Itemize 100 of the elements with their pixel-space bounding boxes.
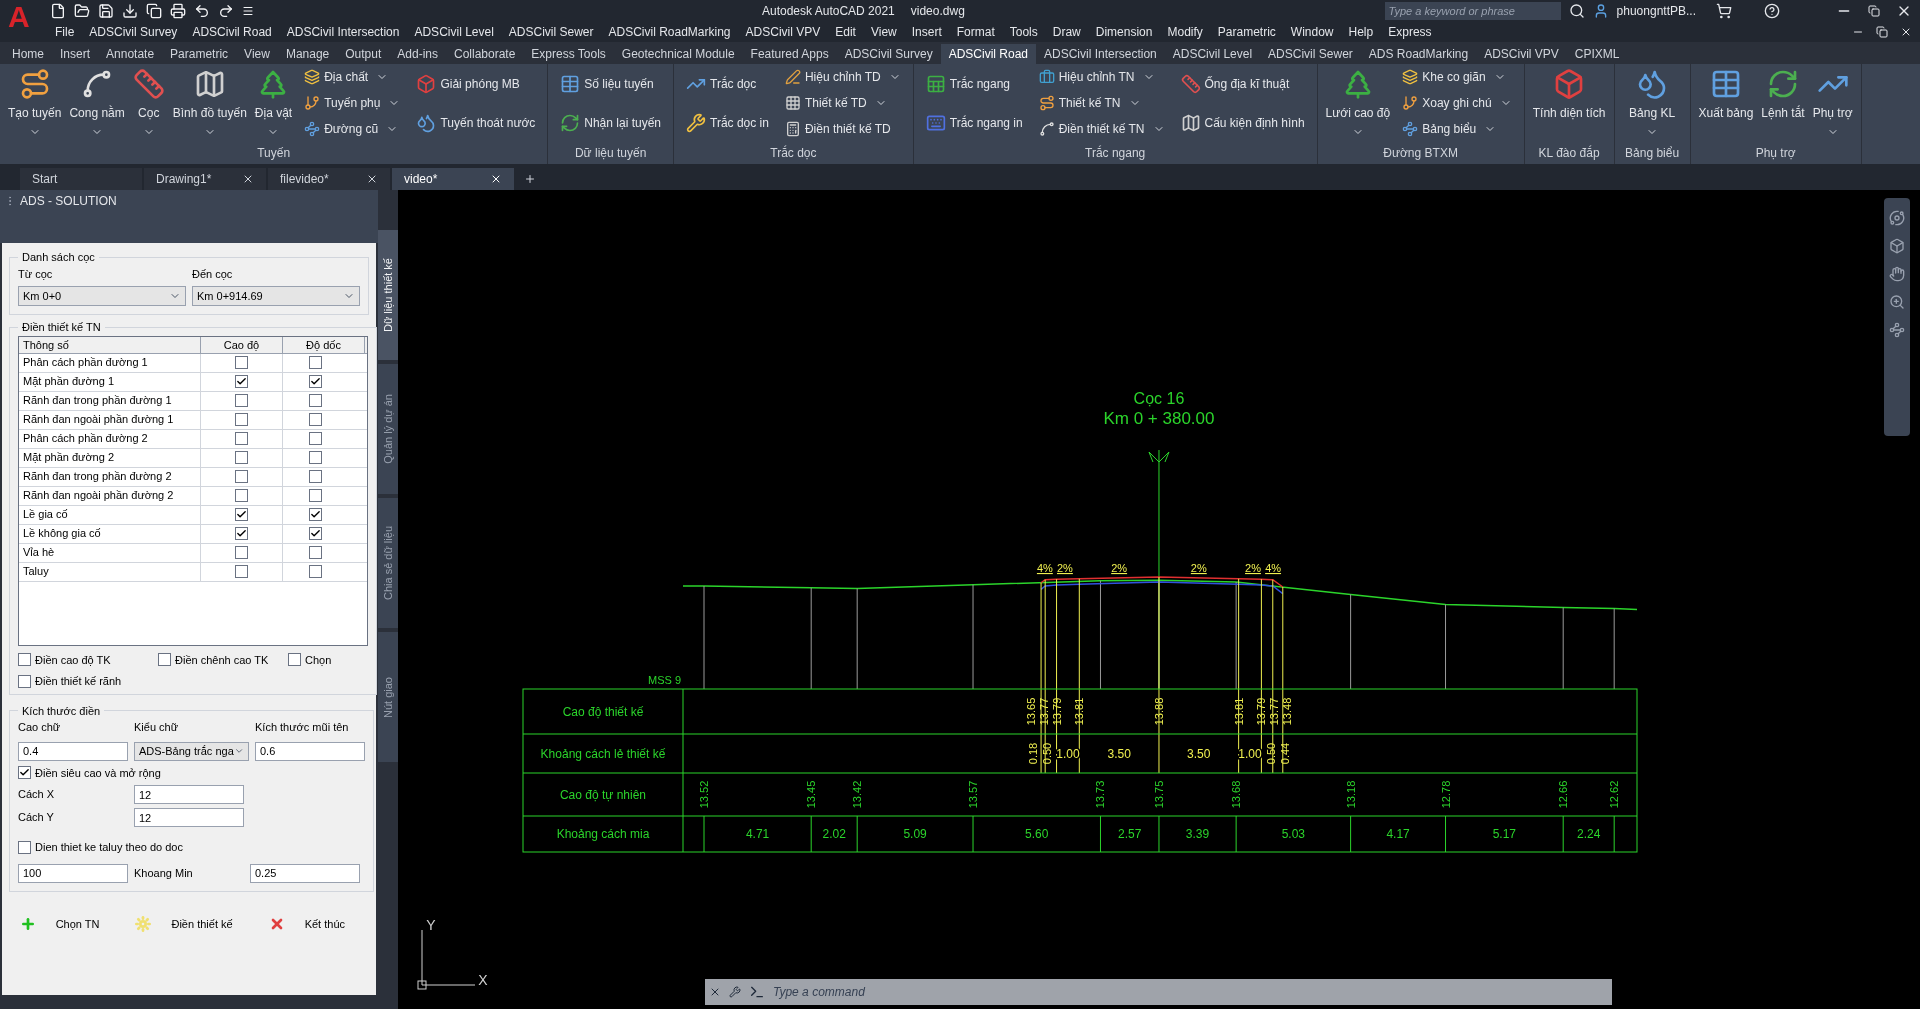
checkbox[interactable]	[308, 546, 322, 559]
ribbon-button[interactable]: Tính diện tích	[1528, 64, 1610, 142]
checkbox[interactable]	[308, 432, 322, 445]
ribbon-button[interactable]: Đường cũ	[300, 120, 405, 138]
undo-icon[interactable]	[194, 2, 210, 19]
ribbon-button[interactable]: Tạo tuyến	[4, 64, 66, 142]
ribbon-button[interactable]: Hiệu chỉnh TD	[780, 68, 905, 86]
side-tab[interactable]: Quản lý dự án	[378, 364, 398, 494]
file-tab[interactable]: Start	[20, 168, 142, 190]
ribbon-button[interactable]: Cọc	[128, 64, 169, 142]
ribbon-button[interactable]: Điền thiết kế TD	[780, 120, 905, 138]
ribbon-button[interactable]: Trắc ngang	[921, 73, 1027, 94]
action-button[interactable]: Kết thúc	[260, 911, 353, 936]
checkbox[interactable]	[235, 413, 248, 426]
checkbox[interactable]	[18, 653, 31, 667]
ribbon-tab[interactable]: ADSCivil VPV	[1476, 44, 1567, 64]
menu-item[interactable]: ADSCivil Intersection	[286, 22, 400, 41]
file-icon[interactable]	[50, 2, 66, 19]
checkbox[interactable]	[235, 489, 248, 502]
ribbon-button[interactable]: Bảng KL	[1625, 64, 1680, 142]
ribbon-tab[interactable]: Express Tools	[523, 44, 614, 64]
copy-icon[interactable]	[146, 2, 162, 19]
ribbon-tab[interactable]: CPIXML	[1566, 44, 1628, 64]
restore-icon[interactable]	[1876, 25, 1888, 38]
ribbon-tab[interactable]: ADSCivil Road	[940, 44, 1037, 64]
zoom-icon[interactable]	[1889, 294, 1905, 310]
checkbox[interactable]	[308, 356, 322, 369]
menu-item[interactable]: Format	[956, 22, 995, 41]
search-icon[interactable]	[1568, 2, 1585, 19]
ribbon-button[interactable]: Tuyến phụ	[300, 94, 405, 112]
checkbox[interactable]	[235, 394, 248, 407]
close-icon[interactable]	[709, 986, 721, 998]
close-icon[interactable]	[366, 173, 378, 185]
ribbon-button[interactable]: Bảng biểu	[1398, 120, 1516, 138]
side-tab[interactable]: Nút giao	[378, 632, 398, 762]
ribbon-button[interactable]: Khe co giãn	[1398, 68, 1516, 86]
side-tab[interactable]: Dữ liệu thiết kế	[378, 230, 398, 360]
checkbox[interactable]	[308, 394, 322, 407]
menu-item[interactable]: Insert	[911, 22, 942, 41]
checkbox[interactable]	[18, 766, 31, 780]
menu-item[interactable]: File	[55, 22, 75, 41]
drawing-canvas[interactable]	[398, 190, 1920, 1009]
ribbon-button[interactable]: Điền thiết kế TN	[1034, 120, 1169, 138]
help-icon[interactable]	[1764, 2, 1780, 19]
ribbon-button[interactable]: Trắc dọc in	[682, 112, 773, 133]
cube-icon[interactable]	[1889, 238, 1905, 254]
ribbon-tab[interactable]: ADSCivil Sewer	[1260, 44, 1361, 64]
action-button[interactable]: Chọn TN	[11, 911, 108, 936]
ribbon-tab[interactable]: Add-ins	[389, 44, 446, 64]
menu-item[interactable]: ADSCivil Level	[414, 22, 494, 41]
checkbox[interactable]	[235, 565, 248, 578]
checkbox[interactable]	[288, 653, 301, 667]
restore-icon[interactable]	[1868, 4, 1880, 17]
file-tab[interactable]: video*	[392, 168, 514, 190]
ribbon-button[interactable]: Hiệu chỉnh TN	[1034, 68, 1169, 86]
ribbon-tab[interactable]: Collaborate	[446, 44, 524, 64]
pan-icon[interactable]	[1889, 266, 1905, 282]
menu-item[interactable]: ADSCivil Sewer	[508, 22, 594, 41]
ribbon-button[interactable]: Số liệu tuyến	[556, 73, 665, 94]
wrench-icon[interactable]	[729, 986, 741, 998]
ribbon-button[interactable]: Tuyến thoát nước	[412, 112, 540, 133]
new-tab-icon[interactable]	[524, 173, 536, 185]
ribbon-button[interactable]: Cong nằm	[65, 64, 129, 142]
ribbon-tab[interactable]: Insert	[52, 44, 99, 64]
checkbox[interactable]	[308, 527, 322, 540]
checkbox[interactable]	[308, 375, 322, 388]
checkbox[interactable]	[308, 451, 322, 464]
checkbox[interactable]	[235, 470, 248, 483]
menu-item[interactable]: ADSCivil RoadMarking	[608, 22, 731, 41]
checkbox[interactable]	[18, 674, 31, 688]
ribbon-button[interactable]: Nhận lại tuyến	[556, 112, 665, 133]
menu-item[interactable]: Dimension	[1095, 22, 1153, 41]
dropdown[interactable]: Km 0+0	[18, 286, 186, 306]
menu-item[interactable]: ADSCivil Road	[192, 22, 272, 41]
menu-item[interactable]: Help	[1348, 22, 1374, 41]
ribbon-button[interactable]: Thiết kế TN	[1034, 94, 1169, 112]
waypoints-icon[interactable]	[1889, 322, 1905, 338]
menu-item[interactable]: Edit	[835, 22, 856, 41]
ribbon-tab[interactable]: Home	[4, 44, 52, 64]
command-field[interactable]: Type a command	[773, 983, 1608, 1001]
folder-icon[interactable]	[74, 2, 90, 19]
ribbon-tab[interactable]: ADSCivil Survey	[836, 44, 941, 64]
ribbon-button[interactable]: Giải phóng MB	[412, 73, 540, 94]
checkbox[interactable]	[18, 840, 31, 854]
input-field[interactable]: 0.6	[255, 741, 365, 761]
checkbox[interactable]	[308, 470, 322, 483]
redo-icon[interactable]	[218, 2, 234, 19]
cart-icon[interactable]	[1716, 2, 1732, 19]
menu-item[interactable]: Window	[1290, 22, 1334, 41]
input-field[interactable]: 12	[134, 785, 244, 804]
checkbox[interactable]	[308, 413, 322, 426]
menu-item[interactable]: ADSCivil Survey	[89, 22, 178, 41]
checkbox[interactable]	[235, 508, 248, 521]
menu-item[interactable]: Tools	[1009, 22, 1038, 41]
ribbon-button[interactable]: Thiết kế TD	[780, 94, 905, 112]
ribbon-tab[interactable]: ADSCivil Intersection	[1036, 44, 1165, 64]
printer-icon[interactable]	[170, 2, 186, 19]
ribbon-button[interactable]: Bình đồ tuyến	[168, 64, 251, 142]
ribbon-button[interactable]: Xoay ghi chú	[1398, 94, 1516, 112]
dropdown[interactable]: Km 0+914.69	[192, 286, 360, 306]
